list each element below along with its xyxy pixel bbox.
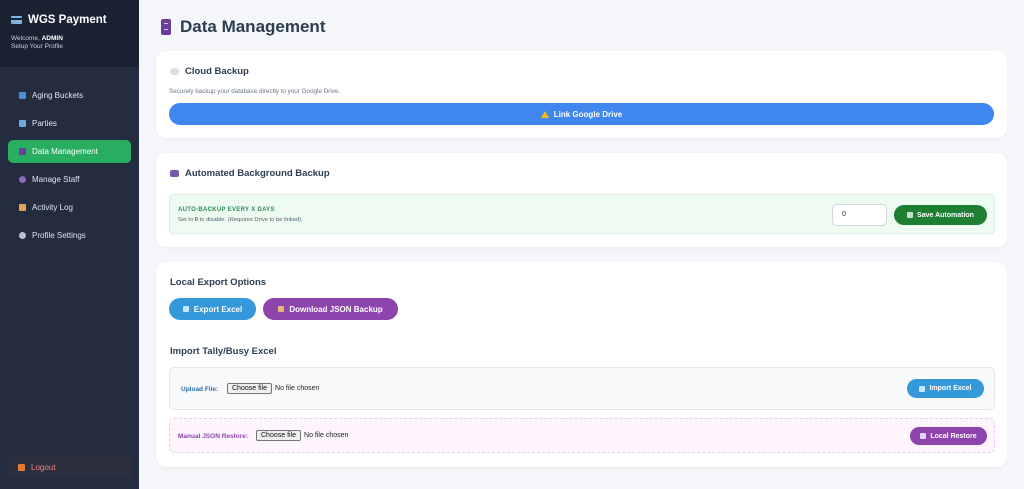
auto-backup-hint-prefix: Set to (178, 217, 194, 223)
sidebar-item-label: Profile Settings (32, 231, 86, 240)
welcome-text: Welcome, ADMIN (11, 35, 128, 42)
sidebar-item-label: Parties (32, 119, 57, 128)
package-icon (278, 306, 285, 312)
auto-backup-hint: Set to 0 to disable. (Requires Drive to … (178, 217, 303, 223)
sidebar-nav: Aging Buckets Parties Data Management Ma… (0, 67, 139, 247)
bar-chart-icon (19, 92, 26, 99)
download-json-button[interactable]: Download JSON Backup (263, 298, 398, 320)
no-file-text: No file chosen (275, 385, 320, 392)
main-content: Data Management Cloud Backup Securely ba… (139, 0, 1024, 489)
door-icon (18, 463, 25, 471)
choose-file-button[interactable]: Choose file (227, 383, 273, 394)
auto-backup-panel: AUTO-BACKUP EVERY X DAYS Set to 0 to dis… (169, 194, 995, 234)
cloud-backup-heading: Cloud Backup (170, 66, 249, 77)
brand-name: WGS Payment (28, 14, 107, 26)
sidebar-item-parties[interactable]: Parties (8, 112, 131, 135)
link-google-drive-button[interactable]: Link Google Drive (169, 103, 994, 125)
credit-card-icon (11, 16, 22, 24)
scroll-icon (19, 204, 26, 211)
logout-button[interactable]: Logout (8, 456, 131, 478)
import-heading: Import Tally/Busy Excel (170, 346, 277, 357)
sidebar-item-label: Activity Log (32, 203, 73, 212)
sidebar-item-activity-log[interactable]: Activity Log (8, 196, 131, 219)
sidebar-item-label: Manage Staff (32, 175, 80, 184)
building-icon (19, 120, 26, 127)
cloud-backup-description: Securely backup your database directly t… (169, 88, 341, 95)
auto-backup-hint-value: 0 (194, 217, 199, 223)
username: ADMIN (41, 35, 63, 42)
cloud-backup-title: Cloud Backup (185, 66, 249, 77)
export-excel-label: Export Excel (193, 304, 243, 314)
save-automation-label: Save Automation (917, 211, 974, 219)
setup-profile-link[interactable]: Setup Your Profile (11, 43, 128, 50)
page-title: Data Management (161, 17, 325, 37)
sidebar: WGS Payment Welcome, ADMIN Setup Your Pr… (0, 0, 139, 489)
link-google-drive-label: Link Google Drive (553, 109, 623, 119)
local-restore-button[interactable]: Local Restore (910, 427, 987, 445)
local-restore-label: Local Restore (930, 432, 977, 440)
sidebar-item-manage-staff[interactable]: Manage Staff (8, 168, 131, 191)
automated-backup-card: Automated Background Backup AUTO-BACKUP … (156, 153, 1007, 247)
backup-days-input[interactable]: 0 (832, 204, 887, 226)
page-title-text: Data Management (180, 17, 326, 36)
export-excel-button[interactable]: Export Excel (169, 298, 256, 320)
upload-file-label: Upload File: (181, 386, 219, 393)
save-automation-button[interactable]: Save Automation (894, 205, 987, 225)
json-restore-label: Manual JSON Restore: (178, 433, 249, 440)
sidebar-item-profile-settings[interactable]: Profile Settings (8, 224, 131, 247)
save-icon (907, 212, 914, 218)
auto-backup-label: AUTO-BACKUP EVERY X DAYS (178, 207, 275, 213)
download-json-label: Download JSON Backup (289, 304, 383, 314)
file-cabinet-icon (19, 148, 26, 155)
import-excel-button[interactable]: Import Excel (907, 379, 984, 398)
gear-icon (19, 232, 26, 239)
welcome-prefix: Welcome, (11, 35, 40, 42)
refresh-icon (920, 433, 927, 439)
brand-header: WGS Payment Welcome, ADMIN Setup Your Pr… (0, 0, 139, 67)
automated-backup-heading: Automated Background Backup (170, 168, 330, 179)
restore-no-file-text: No file chosen (304, 432, 349, 439)
restore-file-input: Choose file No file chosen (256, 430, 348, 441)
import-excel-label: Import Excel (929, 385, 972, 392)
local-export-heading: Local Export Options (170, 277, 267, 288)
logout-label: Logout (31, 462, 56, 472)
automated-backup-title: Automated Background Backup (185, 168, 330, 179)
cloud-backup-card: Cloud Backup Securely backup your databa… (156, 51, 1007, 138)
restore-choose-file-button[interactable]: Choose file (256, 430, 302, 441)
upload-icon (919, 385, 926, 392)
sidebar-item-data-management[interactable]: Data Management (8, 140, 131, 163)
restore-panel: Manual JSON Restore: Choose file No file… (169, 418, 995, 453)
brand-title: WGS Payment (11, 14, 128, 26)
robot-icon (170, 170, 179, 177)
local-export-card: Local Export Options Export Excel Downlo… (156, 262, 1007, 467)
sidebar-item-label: Aging Buckets (32, 91, 84, 100)
sidebar-item-label: Data Management (32, 147, 98, 156)
cloud-icon (170, 68, 179, 75)
user-icon (19, 176, 26, 183)
spreadsheet-icon (182, 306, 189, 312)
sidebar-item-aging-buckets[interactable]: Aging Buckets (8, 84, 131, 107)
auto-backup-hint-suffix: to disable. (Requires Drive to be linked… (199, 217, 303, 223)
google-drive-icon (540, 110, 549, 118)
upload-file-input: Choose file No file chosen (227, 383, 319, 394)
upload-panel: Upload File: Choose file No file chosen … (169, 367, 995, 410)
file-cabinet-icon (161, 19, 171, 35)
